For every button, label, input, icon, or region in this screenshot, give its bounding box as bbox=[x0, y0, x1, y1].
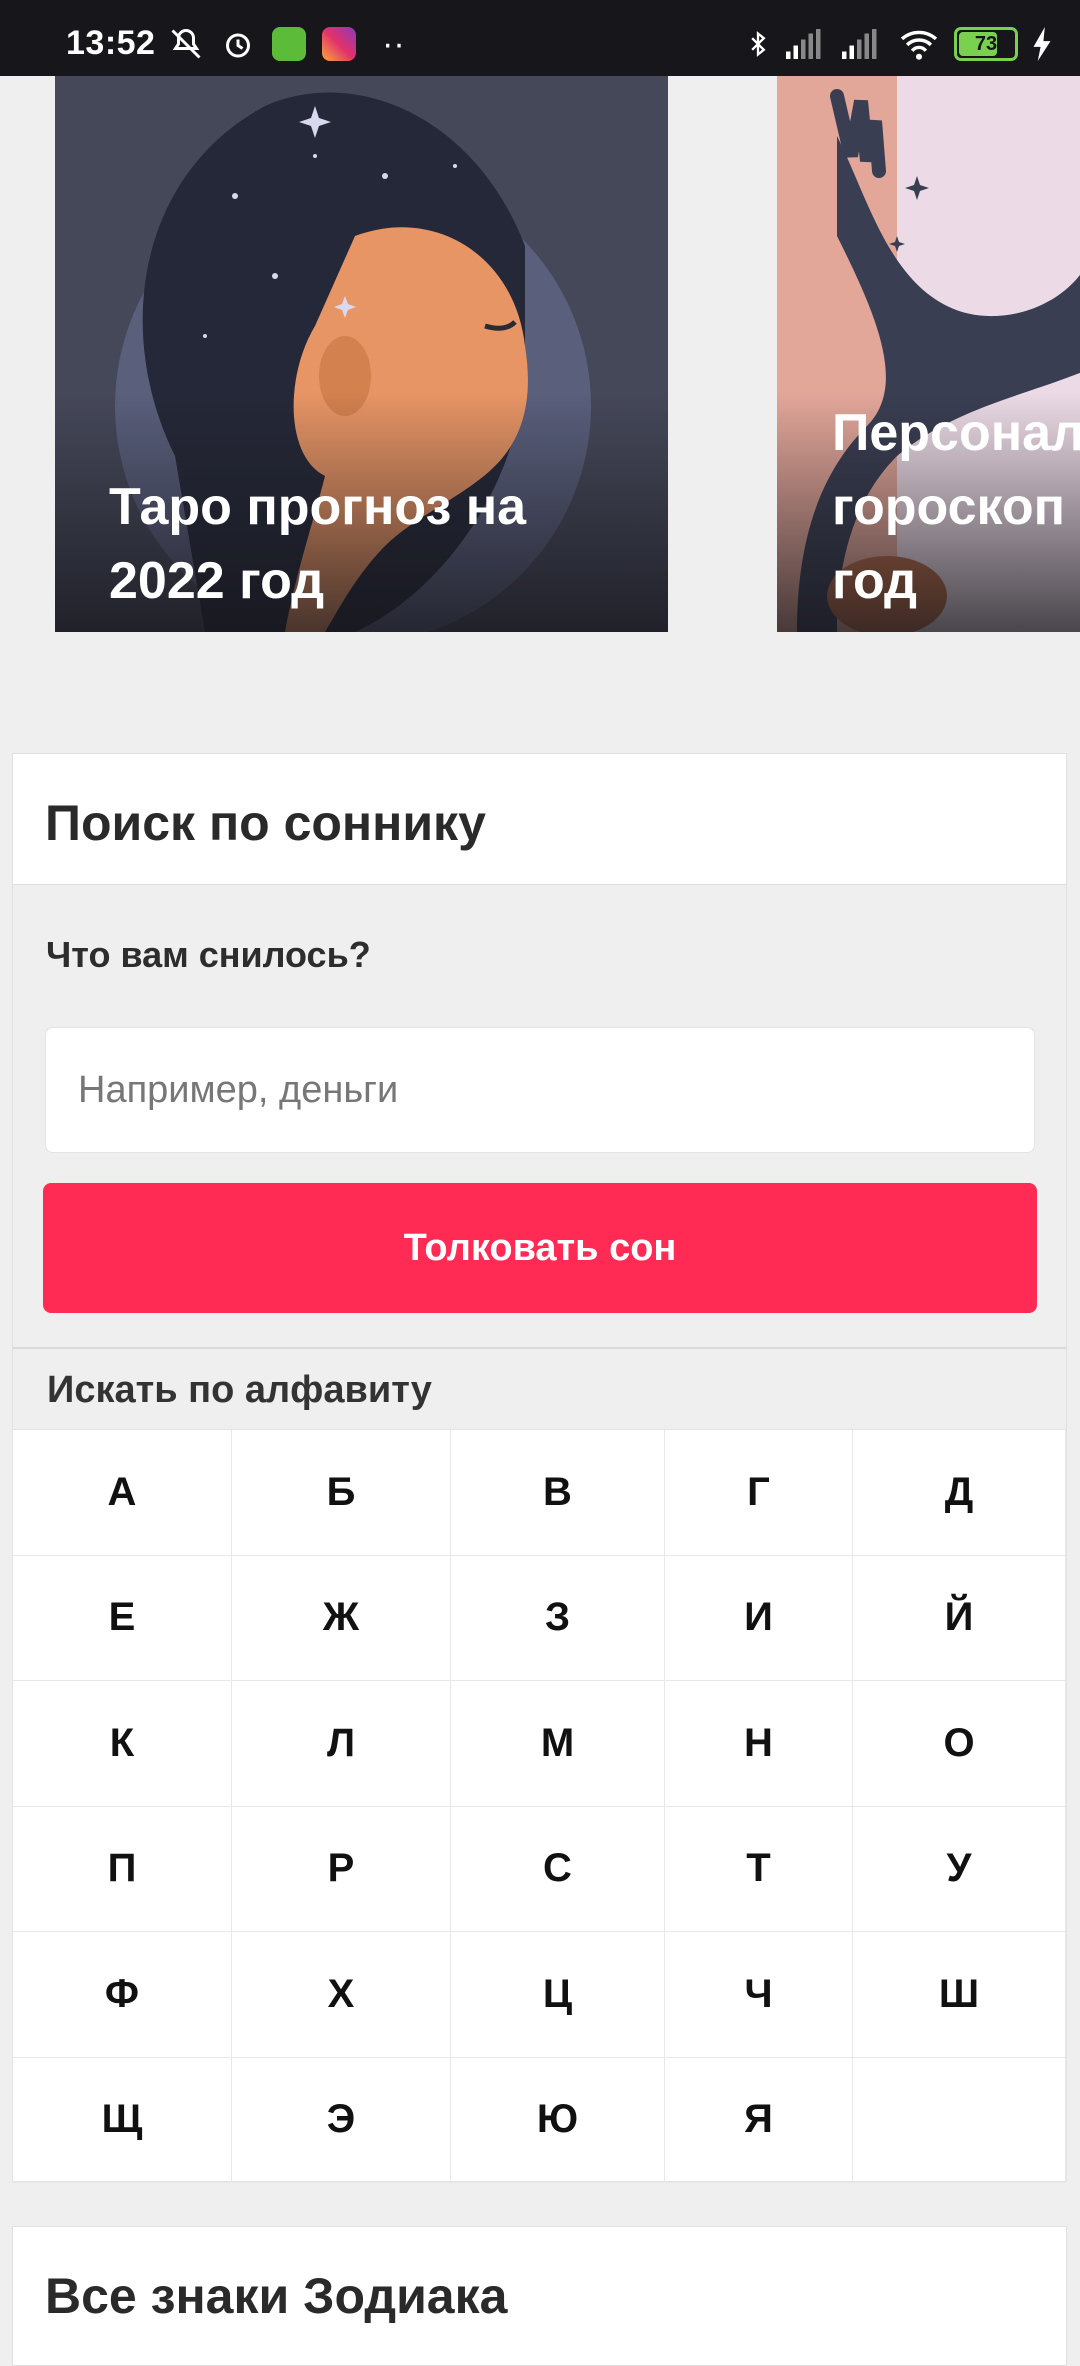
charging-icon bbox=[1033, 27, 1051, 61]
letter-cell[interactable]: А bbox=[13, 1430, 232, 1556]
alphabet-label: Искать по алфавиту bbox=[47, 1369, 432, 1411]
status-time: 13:52 bbox=[66, 24, 156, 62]
letter-cell[interactable]: Ч bbox=[665, 1932, 853, 2058]
letter-cell[interactable]: Ф bbox=[13, 1932, 232, 2058]
letter-cell[interactable]: Л bbox=[232, 1681, 451, 1807]
wifi-icon bbox=[900, 30, 938, 60]
zodiac-header: Все знаки Зодиака bbox=[12, 2226, 1067, 2366]
letter-cell[interactable]: Г bbox=[665, 1430, 853, 1556]
section-title: Поиск по соннику bbox=[45, 795, 486, 851]
letter-cell[interactable]: З bbox=[451, 1555, 665, 1681]
status-bar: 13:52 ·· 73 bbox=[0, 0, 1080, 76]
bluetooth-icon bbox=[751, 31, 766, 57]
question-label: Что вам снилось? bbox=[46, 934, 371, 975]
empty-letter-cell bbox=[853, 2057, 1066, 2183]
letter-cell[interactable]: О bbox=[853, 1681, 1066, 1807]
signal-icon bbox=[842, 29, 877, 59]
instagram-icon bbox=[322, 27, 356, 61]
mute-icon bbox=[171, 28, 201, 59]
dream-search-input[interactable] bbox=[45, 1027, 1035, 1153]
letter-cell[interactable]: Й bbox=[853, 1555, 1066, 1681]
carousel-card-horoscope[interactable]: Персонал гороскоп год bbox=[777, 76, 1080, 632]
app-icon-green bbox=[272, 27, 306, 61]
letter-cell[interactable]: Д bbox=[853, 1430, 1066, 1556]
letter-cell[interactable]: К bbox=[13, 1681, 232, 1807]
letter-cell[interactable]: Т bbox=[665, 1806, 853, 1932]
carousel-card-tarot[interactable]: Таро прогноз на 2022 год bbox=[55, 76, 668, 632]
section-title: Все знаки Зодиака bbox=[45, 2268, 508, 2324]
letter-cell[interactable]: У bbox=[853, 1806, 1066, 1932]
letter-cell[interactable]: Ц bbox=[451, 1932, 665, 2058]
more-dots: ·· bbox=[382, 25, 405, 63]
letter-cell[interactable]: Н bbox=[665, 1681, 853, 1807]
alphabet-grid: А Б В Г Д Е Ж З И Й К Л М Н О П Р С Т У … bbox=[12, 1429, 1067, 2183]
letter-cell[interactable]: В bbox=[451, 1430, 665, 1556]
letter-cell[interactable]: Е bbox=[13, 1555, 232, 1681]
battery-percent: 73 bbox=[974, 32, 998, 55]
battery-icon: 73 bbox=[954, 27, 1018, 61]
letter-cell[interactable]: Х bbox=[232, 1932, 451, 2058]
alarm-icon bbox=[226, 33, 250, 58]
dream-search-header: Поиск по соннику bbox=[12, 753, 1067, 885]
card-title: Персонал гороскоп год bbox=[832, 404, 1080, 610]
letter-cell[interactable]: Ш bbox=[853, 1932, 1066, 2058]
signal-icon bbox=[786, 29, 821, 59]
letter-cell[interactable]: Щ bbox=[13, 2057, 232, 2183]
letter-cell[interactable]: Р bbox=[232, 1806, 451, 1932]
card-title: Таро прогноз на 2022 год bbox=[109, 478, 527, 610]
letter-cell[interactable]: М bbox=[451, 1681, 665, 1807]
letter-cell[interactable]: И bbox=[665, 1555, 853, 1681]
letter-cell[interactable]: Я bbox=[665, 2057, 853, 2183]
letter-cell[interactable]: С bbox=[451, 1806, 665, 1932]
letter-cell[interactable]: Ж bbox=[232, 1555, 451, 1681]
alphabet-header: Искать по алфавиту bbox=[12, 1347, 1067, 1429]
letter-cell[interactable]: П bbox=[13, 1806, 232, 1932]
letter-cell[interactable]: Ю bbox=[451, 2057, 665, 2183]
letter-cell[interactable]: Э bbox=[232, 2057, 451, 2183]
letter-cell[interactable]: Б bbox=[232, 1430, 451, 1556]
interpret-dream-button[interactable]: Толковать сон bbox=[43, 1183, 1037, 1313]
